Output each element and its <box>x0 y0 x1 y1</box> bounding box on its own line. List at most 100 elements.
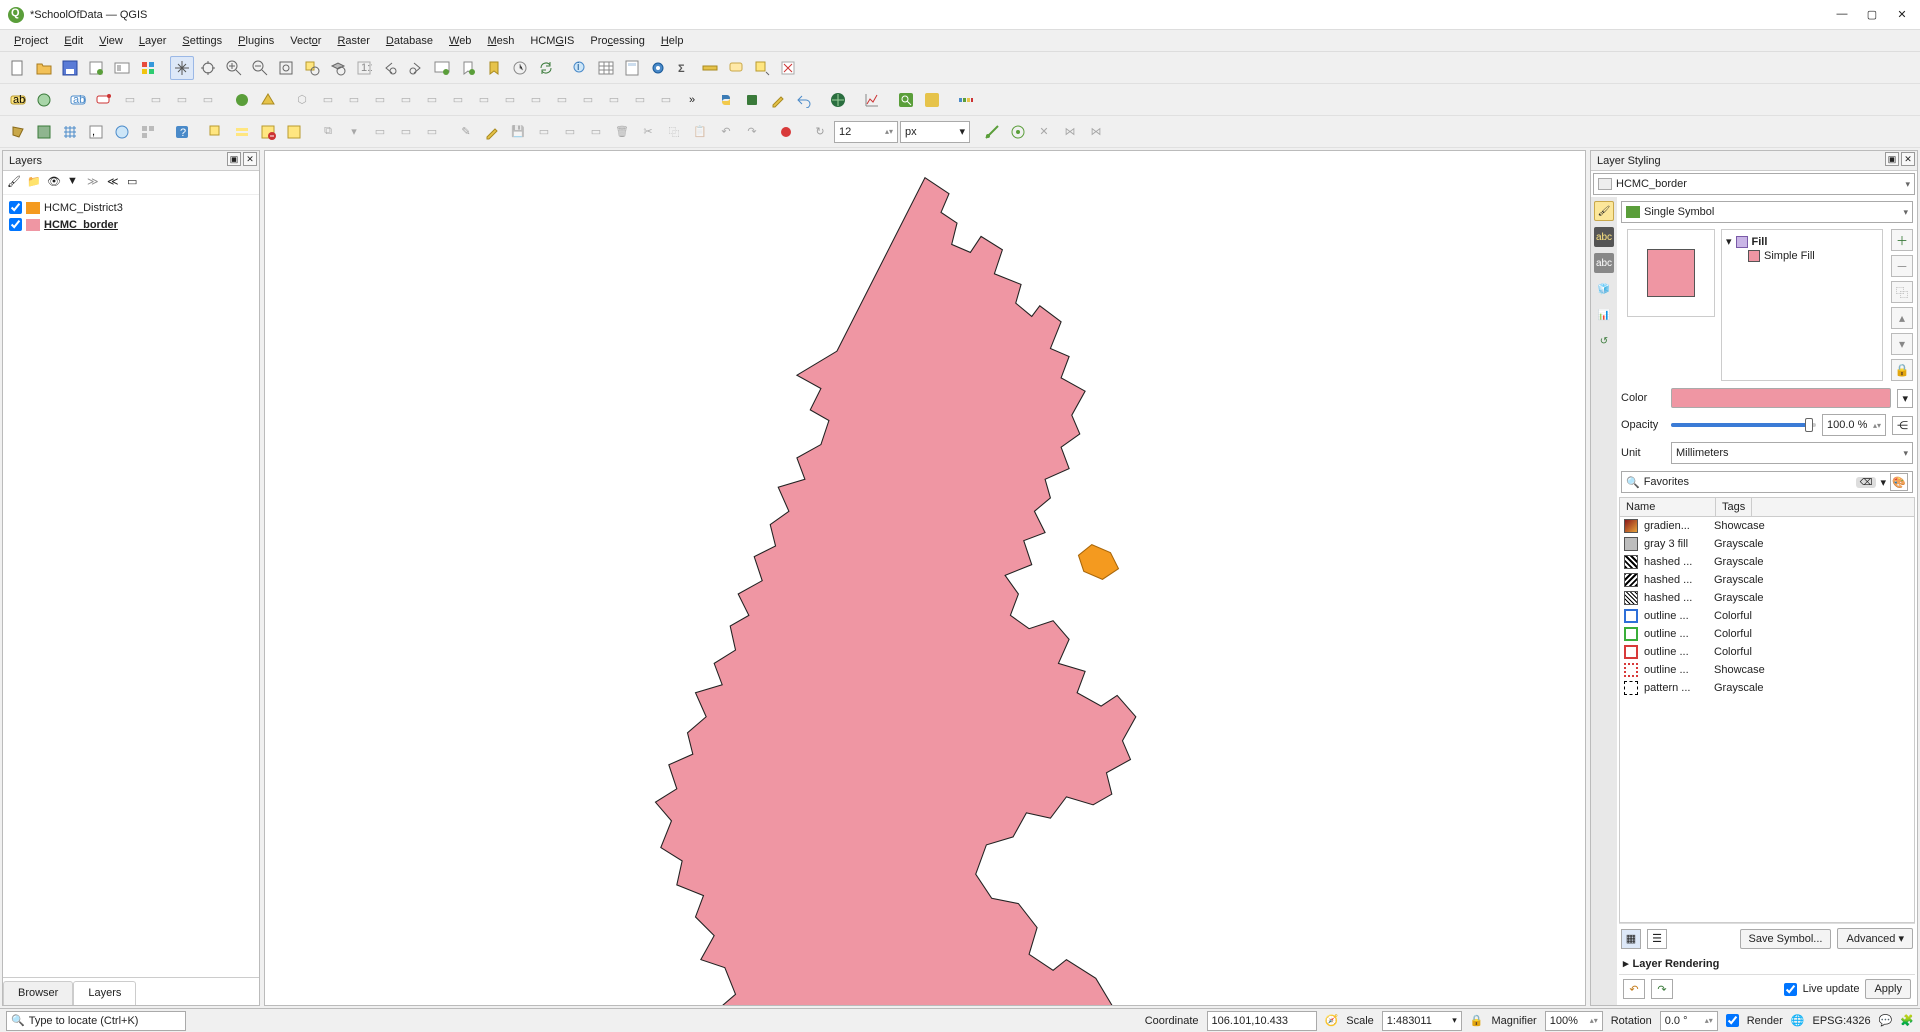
tab-layers[interactable]: Layers <box>73 981 136 1005</box>
layer-checkbox[interactable] <box>9 201 22 214</box>
symbol-item[interactable]: pattern ...Grayscale <box>1620 679 1914 697</box>
layer-rendering-section[interactable]: ▸ Layer Rendering <box>1619 953 1915 974</box>
help-icon[interactable]: ? <box>170 120 194 144</box>
quickosm-icon[interactable] <box>894 88 918 112</box>
tree-collapse-icon[interactable]: ▾ <box>1726 235 1732 248</box>
symbol-item[interactable]: hashed ...Grayscale <box>1620 589 1914 607</box>
add-raster-icon[interactable] <box>32 120 56 144</box>
crs-icon[interactable]: 🌐 <box>1791 1014 1805 1027</box>
diagrams-tab-icon[interactable]: 📊 <box>1594 305 1614 325</box>
layer-tree[interactable]: HCMC_District3 HCMC_border <box>3 195 259 977</box>
layer-item-border[interactable]: HCMC_border <box>9 216 253 233</box>
add-symbol-layer-button[interactable]: ＋ <box>1891 229 1913 251</box>
segment-unit-select[interactable]: px▾ <box>900 121 970 143</box>
field-calculator-icon[interactable] <box>620 56 644 80</box>
unit-select[interactable]: Millimeters▾ <box>1671 442 1913 464</box>
menu-project[interactable]: Project <box>8 33 54 49</box>
zoom-out-icon[interactable] <box>248 56 272 80</box>
movedown-symbol-layer-button[interactable]: ▾ <box>1891 333 1913 355</box>
color-dropdown-button[interactable]: ▾ <box>1897 389 1913 408</box>
select-all-icon[interactable] <box>282 120 306 144</box>
symbol-item[interactable]: gray 3 fillGrayscale <box>1620 535 1914 553</box>
style-undo-button[interactable]: ↶ <box>1623 979 1645 999</box>
tree-node-simple-fill[interactable]: Simple Fill <box>1726 249 1878 263</box>
symbol-item[interactable]: gradien...Showcase <box>1620 517 1914 535</box>
menu-hcmgis[interactable]: HCMGIS <box>524 33 580 49</box>
select-by-expression-icon[interactable] <box>230 120 254 144</box>
layout-manager-icon[interactable] <box>110 56 134 80</box>
apply-button[interactable]: Apply <box>1865 979 1911 999</box>
menu-web[interactable]: Web <box>443 33 477 49</box>
processing-toolbox-icon[interactable] <box>646 56 670 80</box>
layers-undock-button[interactable]: ▣ <box>227 152 241 166</box>
georeferencer-icon[interactable] <box>980 120 1004 144</box>
layer-checkbox[interactable] <box>9 218 22 231</box>
menu-settings[interactable]: Settings <box>176 33 228 49</box>
menu-view[interactable]: View <box>93 33 129 49</box>
zoom-layer-icon[interactable] <box>326 56 350 80</box>
advanced-button[interactable]: Advanced ▾ <box>1837 928 1913 949</box>
refresh-icon[interactable] <box>534 56 558 80</box>
masks-tab-icon[interactable]: abc <box>1594 253 1614 273</box>
symbol-library-list[interactable]: Name Tags gradien...Showcase gray 3 fill… <box>1619 497 1915 923</box>
map-tips-icon[interactable] <box>724 56 748 80</box>
maximize-button[interactable]: ▢ <box>1866 8 1878 21</box>
zoom-full-icon[interactable] <box>274 56 298 80</box>
add-vector-icon[interactable] <box>6 120 30 144</box>
measure-icon[interactable] <box>698 56 722 80</box>
menu-layer[interactable]: Layer <box>133 33 173 49</box>
data-plotly-icon[interactable] <box>860 88 884 112</box>
label-diagram-icon[interactable] <box>32 88 56 112</box>
menu-vector[interactable]: Vector <box>284 33 327 49</box>
new-print-layout-icon[interactable] <box>84 56 108 80</box>
topological-icon[interactable]: ▭ <box>368 120 392 144</box>
list-view-button[interactable]: ☰ <box>1647 929 1667 949</box>
zoom-next-icon[interactable] <box>404 56 428 80</box>
identify-icon[interactable]: i <box>568 56 592 80</box>
symbol-item[interactable]: outline ...Colorful <box>1620 607 1914 625</box>
magnifier-input[interactable]: 100%▴▾ <box>1545 1011 1603 1031</box>
manage-visibility-icon[interactable]: 👁 <box>47 175 63 191</box>
scale-select[interactable]: 1:483011▾ <box>1382 1011 1462 1031</box>
opacity-value-input[interactable]: 100.0 %▴▾ <box>1822 414 1886 436</box>
save-symbol-button[interactable]: Save Symbol... <box>1740 929 1832 949</box>
menu-edit[interactable]: Edit <box>58 33 89 49</box>
symbol-item[interactable]: outline ...Showcase <box>1620 661 1914 679</box>
add-mesh-icon[interactable] <box>58 120 82 144</box>
color-scale-icon[interactable] <box>954 88 978 112</box>
extents-icon[interactable]: 🧭 <box>1325 1014 1339 1027</box>
edit-dropdown-icon[interactable] <box>766 88 790 112</box>
moveup-symbol-layer-button[interactable]: ▴ <box>1891 307 1913 329</box>
map-canvas[interactable] <box>264 150 1586 1006</box>
add-delimited-icon[interactable]: , <box>84 120 108 144</box>
labels-tab-icon[interactable]: abc <box>1594 227 1614 247</box>
locator-input[interactable]: 🔍 Type to locate (Ctrl+K) <box>6 1011 186 1031</box>
symbol-item[interactable]: outline ...Colorful <box>1620 625 1914 643</box>
search-clear-icon[interactable]: ⌫ <box>1856 477 1877 488</box>
tree-node-fill[interactable]: ▾ Fill <box>1726 234 1878 249</box>
expand-all-icon[interactable]: ≫ <box>87 175 103 191</box>
zoom-selection-icon[interactable] <box>300 56 324 80</box>
snapping-dropdown-icon[interactable]: ▾ <box>342 120 366 144</box>
snapping-intersect-icon[interactable]: ▭ <box>394 120 418 144</box>
label-layer-icon[interactable]: abc <box>6 88 30 112</box>
snapping-icon[interactable]: ⧉ <box>316 120 340 144</box>
style-redo-button[interactable]: ↷ <box>1651 979 1673 999</box>
gps-icon[interactable] <box>1006 120 1030 144</box>
rotation-input[interactable]: 0.0 °▴▾ <box>1660 1011 1718 1031</box>
data-defined-opacity-button[interactable]: ⋲ <box>1892 416 1913 435</box>
segment-length-input[interactable]: 12▴▾ <box>834 121 898 143</box>
add-wms-icon[interactable] <box>110 120 134 144</box>
select-dropdown-icon[interactable] <box>750 56 774 80</box>
style-manager-icon[interactable] <box>136 56 160 80</box>
styling-close-button[interactable]: ✕ <box>1901 152 1915 166</box>
menu-raster[interactable]: Raster <box>331 33 375 49</box>
new-project-icon[interactable] <box>6 56 30 80</box>
symbol-layer-tree[interactable]: ▾ Fill Simple Fill <box>1721 229 1883 381</box>
opacity-slider[interactable] <box>1671 423 1816 427</box>
symbol-item[interactable]: hashed ...Grayscale <box>1620 571 1914 589</box>
duplicate-symbol-layer-button[interactable]: ⿻ <box>1891 281 1913 303</box>
col-tags[interactable]: Tags <box>1716 498 1752 516</box>
symbology-tab-icon[interactable]: 🖌 <box>1594 201 1614 221</box>
symbol-item[interactable]: outline ...Colorful <box>1620 643 1914 661</box>
